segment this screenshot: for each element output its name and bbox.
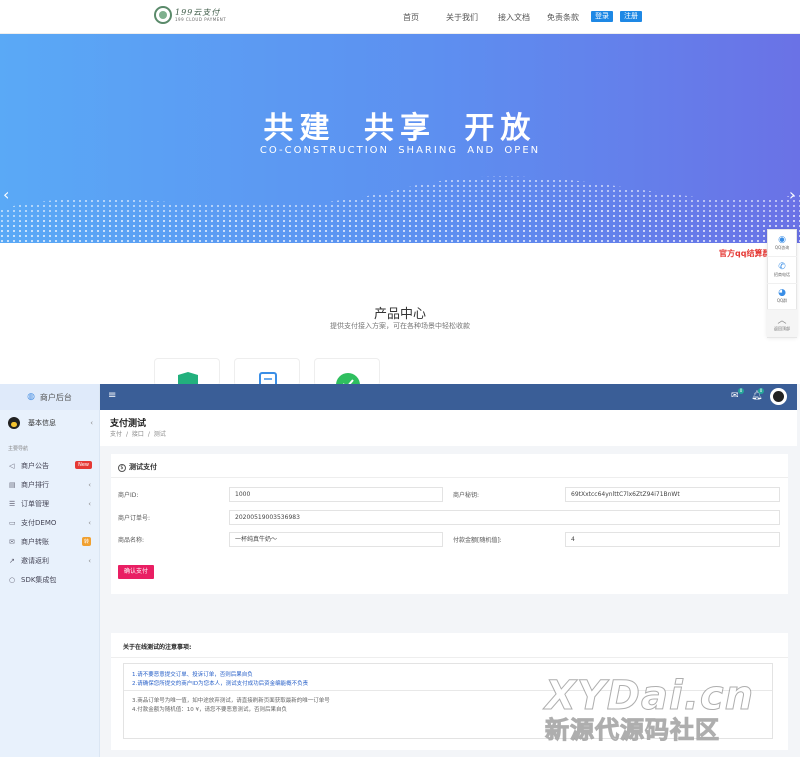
logo-text: 199云支付 <box>175 7 221 17</box>
site-logo[interactable]: 199云支付 199 CLOUD PAYMENT <box>154 6 226 24</box>
notice-box: 1.请不要恶意提交订单、投诉订单，否则后果自负 2.请确保您所提交的商户ID为您… <box>123 663 773 739</box>
globe-icon: ◍ <box>27 392 35 402</box>
login-button[interactable]: 登录 <box>591 11 613 22</box>
qq-group-icon: ◕ <box>778 288 786 299</box>
goods-name-label: 商品名称: <box>118 537 145 544</box>
mail-count-badge: 0 <box>738 388 744 394</box>
sidebar-item-pay-demo[interactable]: ▭ 支付DEMO ‹ <box>0 513 99 532</box>
avatar <box>8 417 20 429</box>
nav-about[interactable]: 关于我们 <box>446 12 478 23</box>
logo-mark-icon <box>154 6 172 24</box>
new-badge: New <box>75 461 92 469</box>
product-card[interactable] <box>234 358 300 386</box>
admin-sidebar: ◍ 商户后台 基本信息 ‹ 主要导航 ◁ 商户公告 New ▤ 商户排行 ‹ ☰… <box>0 384 100 757</box>
chevron-left-icon: ‹ <box>90 419 93 427</box>
sidebar-item-transfer[interactable]: ✉ 商户转账 转 <box>0 532 99 551</box>
notice-line-4: 4.付款金额为随机值：10 ¥，请您不要恶意测试，否则后果自负 <box>132 707 287 713</box>
product-center-title: 产品中心 <box>373 307 426 322</box>
carousel-next-icon[interactable]: › <box>789 185 795 204</box>
merchant-admin: ◍ 商户后台 基本信息 ‹ 主要导航 ◁ 商户公告 New ▤ 商户排行 ‹ ☰… <box>0 384 800 757</box>
sidebar-section-label: 主要导航 <box>8 446 29 452</box>
phone-icon: ✆ <box>778 261 786 272</box>
hamburger-menu-icon[interactable]: ≡ <box>108 390 116 401</box>
notice-line-3: 3.商品订单号为唯一值，如中途放弃测试，请直接刷新页面获取最新的唯一订单号 <box>132 698 330 704</box>
qq-consult-icon: ◉ <box>778 234 786 245</box>
confirm-pay-button[interactable]: 确认支付 <box>118 565 154 579</box>
float-qq-consult[interactable]: ◉ QQ咨询 <box>767 230 797 257</box>
sidebar-item-invite[interactable]: ↗ 邀请返利 ‹ <box>0 551 99 570</box>
product-card[interactable] <box>314 358 380 386</box>
sdk-icon: ○ <box>9 575 16 584</box>
carousel-prev-icon[interactable]: ‹ <box>3 185 9 204</box>
goods-name-input[interactable]: 一杯纯真牛奶～ <box>229 532 443 547</box>
chevron-left-icon: ‹ <box>88 480 91 489</box>
panel-title: $ 测试支付 <box>118 462 157 472</box>
nav-home[interactable]: 首页 <box>403 12 419 23</box>
transfer-badge: 转 <box>81 537 91 546</box>
logo-subtext: 199 CLOUD PAYMENT <box>175 16 227 22</box>
sidebar-item-sdk[interactable]: ○ SDK集成包 <box>0 570 99 589</box>
breadcrumb-api[interactable]: 接口 <box>132 431 144 438</box>
chevron-left-icon: ‹ <box>88 499 91 508</box>
merchant-key-label: 商户秘钥: <box>453 492 480 499</box>
sidebar-item-ranking[interactable]: ▤ 商户排行 ‹ <box>0 475 99 494</box>
breadcrumb-pay[interactable]: 支付 <box>110 431 122 438</box>
transfer-icon: ✉ <box>9 537 15 546</box>
qq-group-promo[interactable]: 官方qq结算群 <box>719 248 770 259</box>
register-button[interactable]: 注册 <box>620 11 642 22</box>
amount-label: 付款金额[随机值]: <box>453 537 502 544</box>
nav-terms[interactable]: 免责条款 <box>547 12 579 23</box>
bell-count-badge: 0 <box>758 388 764 394</box>
sidebar-item-announcements[interactable]: ◁ 商户公告 New <box>0 456 99 475</box>
sidebar-user[interactable]: 基本信息 ‹ <box>0 410 99 436</box>
page-title: 支付测试 <box>110 419 147 429</box>
particle-wave-graphic <box>0 176 800 243</box>
nav-docs[interactable]: 接入文档 <box>498 12 530 23</box>
user-avatar[interactable] <box>770 388 787 405</box>
chevron-left-icon: ‹ <box>88 518 91 527</box>
rank-icon: ▤ <box>9 480 16 489</box>
amount-input[interactable]: 4 <box>565 532 780 547</box>
chevron-left-icon: ‹ <box>88 556 91 565</box>
sidebar-brand[interactable]: ◍ 商户后台 <box>0 384 99 410</box>
float-phone[interactable]: ✆ 招商电话 <box>767 257 797 284</box>
merchant-id-label: 商户ID: <box>118 492 139 499</box>
hero-banner: 共建 共享 开放 CO-CONSTRUCTION SHARING AND OPE… <box>0 34 800 243</box>
breadcrumb: 支付 / 接口 / 测试 <box>110 431 166 438</box>
merchant-id-input[interactable]: 1000 <box>229 487 443 502</box>
site-header: 199云支付 199 CLOUD PAYMENT 首页 关于我们 接入文档 免责… <box>0 0 800 34</box>
order-no-input[interactable]: 20200519003536983 <box>229 510 780 525</box>
page-header: 支付测试 支付 / 接口 / 测试 <box>100 410 797 446</box>
merchant-key-input[interactable]: 69tXxtcc64ynlttC7lx6ZtZ94i71BnWt <box>565 487 780 502</box>
notice-line-1: 1.请不要恶意提交订单、投诉订单，否则后果自负 <box>132 672 253 678</box>
breadcrumb-test: 测试 <box>153 431 166 438</box>
notice-panel: 关于在线测试的注意事项: 1.请不要恶意提交订单、投诉订单，否则后果自负 2.请… <box>111 633 788 750</box>
admin-topbar: ≡ ✉ 0 🔔︎ 0 <box>100 384 797 410</box>
banner-title: 共建 共享 开放 <box>263 111 537 146</box>
banner-subtitle: CO-CONSTRUCTION SHARING AND OPEN <box>259 145 541 156</box>
notice-title: 关于在线测试的注意事项: <box>123 644 192 651</box>
test-payment-panel: $ 测试支付 商户ID: 1000 商户秘钥: 69tXxtcc64ynlttC7… <box>111 454 788 594</box>
announce-icon: ◁ <box>9 461 15 470</box>
order-no-label: 商户订单号: <box>118 515 151 522</box>
demo-icon: ▭ <box>9 518 16 527</box>
product-card[interactable] <box>154 358 220 386</box>
sidebar-item-orders[interactable]: ☰ 订单管理 ‹ <box>0 494 99 513</box>
order-icon: ☰ <box>9 499 16 508</box>
dollar-icon: $ <box>118 464 126 472</box>
invite-icon: ↗ <box>9 556 15 565</box>
product-center-desc: 提供支付接入方案，可在各种场景中轻松收款 <box>330 322 470 330</box>
notice-line-2: 2.请确保您所提交的商户ID为您本人，测试支付成功后资金编能概不负责 <box>132 681 309 687</box>
